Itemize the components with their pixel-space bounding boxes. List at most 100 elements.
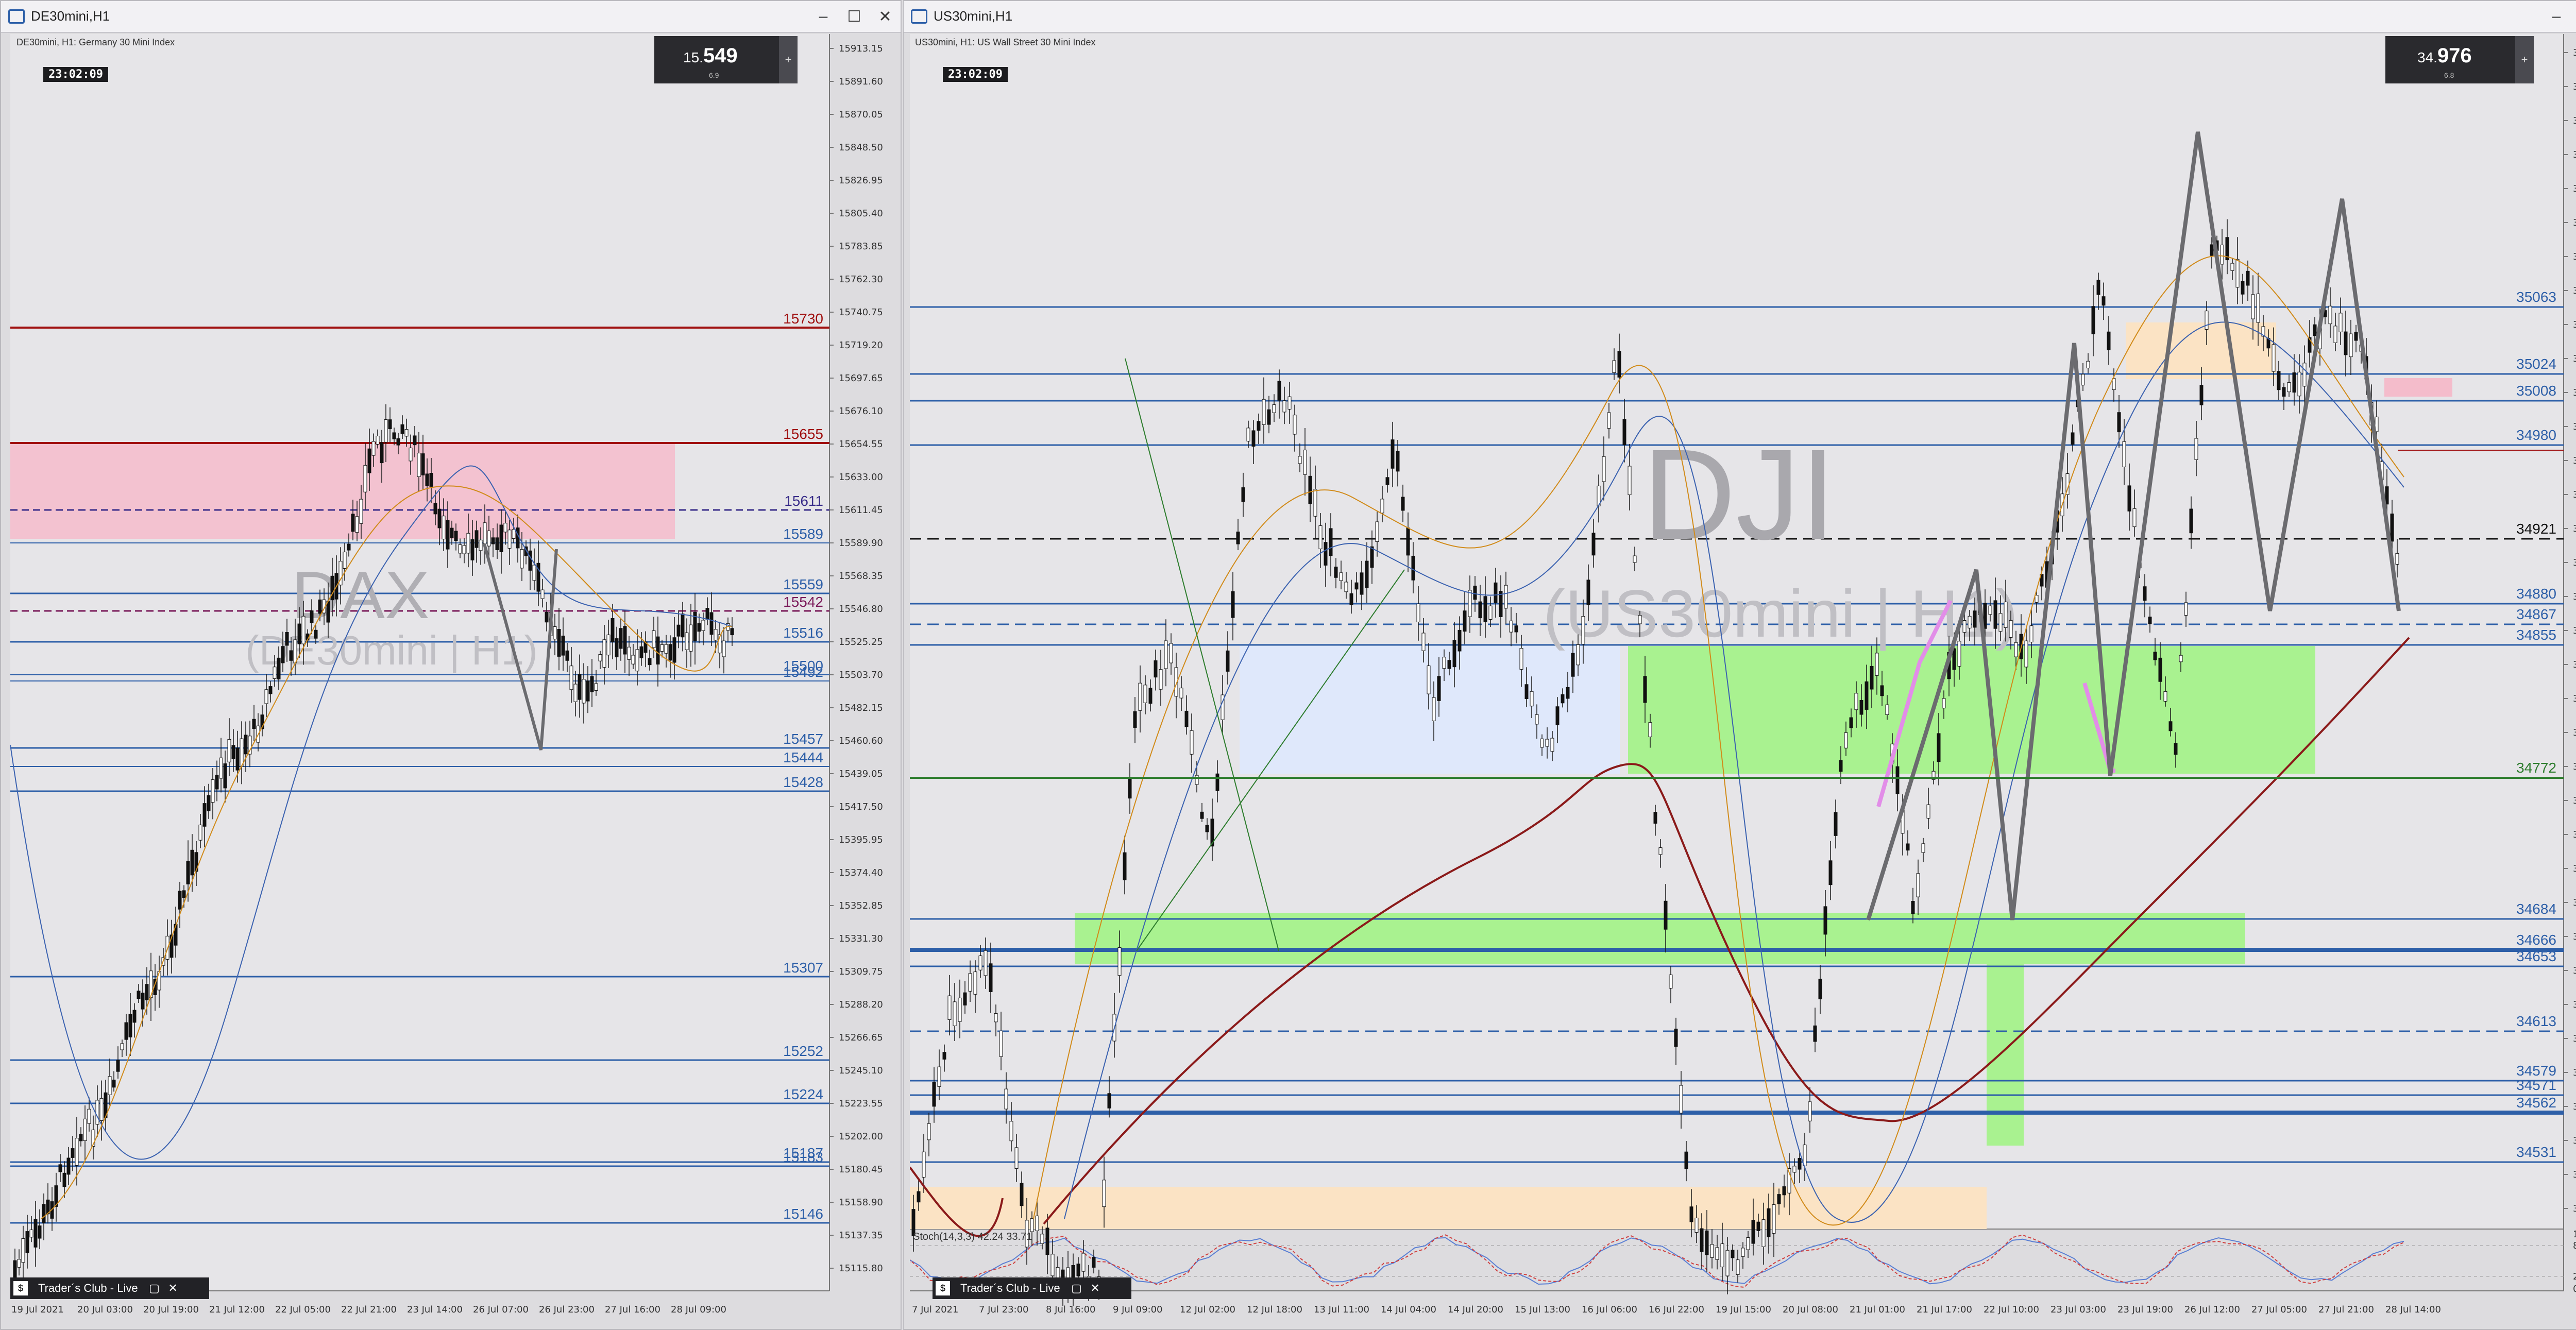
trading-panel-bar[interactable]: $ Trader´s Club - Live ▢ ✕ — [933, 1277, 1131, 1299]
minimize-button[interactable]: – — [808, 5, 839, 28]
candle-body — [664, 644, 668, 654]
candle-body — [606, 634, 611, 656]
candle-body — [1421, 633, 1426, 651]
candle-body — [499, 524, 503, 552]
panel-close-icon[interactable]: ✕ — [1086, 1282, 1105, 1295]
candle-body — [1566, 687, 1570, 699]
candle-body — [1798, 1157, 1802, 1170]
candle-body — [112, 1079, 116, 1088]
candle-body — [108, 1076, 112, 1095]
stochastic-label: Stoch(14,3,3) 42.24 33.71 — [913, 1231, 1032, 1242]
candle-body — [1483, 596, 1487, 622]
price-tick-label: 35015.50 — [2573, 387, 2576, 398]
candle-body — [697, 623, 701, 632]
candle-body — [1818, 979, 1822, 999]
window-titlebar[interactable]: US30mini,H1 – ☐ ✕ — [904, 1, 2576, 33]
price-tick-label: 34532.50 — [2573, 1169, 2576, 1180]
price-tick-label: 35162.50 — [2573, 149, 2576, 160]
candle-body — [1694, 1218, 1699, 1233]
candle-body — [1050, 1254, 1055, 1276]
price-tick-label: 15460.60 — [839, 736, 883, 746]
candle-body — [1159, 669, 1163, 690]
price-widget[interactable]: 34.976 6.8 + — [2385, 36, 2534, 83]
candle-body — [1700, 1228, 1704, 1252]
candle-body — [21, 1238, 25, 1263]
candle-body — [1535, 714, 1539, 725]
candle-body — [1179, 688, 1183, 698]
dji-chart-window[interactable]: US30mini,H1 – ☐ ✕ 35225.50 35204.50 35183.… — [903, 0, 2576, 1330]
restore-icon[interactable]: ▢ — [1067, 1282, 1086, 1295]
price-tick-label: 15762.30 — [839, 274, 883, 285]
candle-body — [347, 543, 351, 551]
price-widget[interactable]: 15.549 6.9 + — [654, 36, 798, 83]
candle-body — [215, 775, 219, 790]
panel-close-icon[interactable]: ✕ — [164, 1282, 182, 1295]
price-tick-label: 34805.50 — [2573, 727, 2576, 738]
candle-body — [1458, 629, 1462, 652]
candle-body — [1962, 620, 1967, 633]
time-tick-label: 23 Jul 03:00 — [2050, 1304, 2106, 1315]
price-tick-label: 35141.50 — [2573, 183, 2576, 194]
candle-body — [2302, 363, 2307, 387]
price-tick-label: 15740.75 — [839, 307, 883, 318]
candle-body — [376, 436, 380, 445]
price-tick-label: 35120.50 — [2573, 217, 2576, 228]
time-tick-label: 16 Jul 22:00 — [1649, 1304, 1704, 1315]
price-chart[interactable]: 15913.15 15891.60 15870.05 15848.50 15826.95… — [10, 34, 902, 1329]
restore-icon[interactable]: ▢ — [145, 1282, 164, 1295]
price-tick-label: 15439.05 — [839, 769, 883, 779]
candle-body — [1988, 605, 1992, 615]
close-button[interactable]: ✕ — [870, 5, 901, 28]
time-tick-label: 21 Jul 12:00 — [209, 1304, 265, 1315]
price-tick-label: 35183.50 — [2573, 115, 2576, 126]
candle-body — [2127, 485, 2131, 511]
candle-body — [413, 435, 417, 446]
candle-body — [714, 629, 718, 641]
candle-body — [705, 608, 709, 620]
candle-body — [922, 1151, 926, 1178]
candle-body — [2354, 332, 2358, 341]
watermark-subtitle: (DE30mini | H1) — [245, 627, 538, 673]
candle-body — [1478, 601, 1482, 619]
candle-body — [1813, 1025, 1817, 1042]
price-tick-label: 15158.90 — [839, 1197, 883, 1208]
plus-button[interactable]: + — [779, 36, 798, 83]
dax-chart-canvas[interactable]: 15913.15 15891.60 15870.05 15848.50 15826.95… — [10, 34, 902, 1329]
candle-body — [318, 599, 322, 614]
candle-body — [2251, 294, 2255, 319]
candle-body — [968, 973, 972, 992]
price-tick-label: 15352.85 — [839, 900, 883, 911]
minimize-button[interactable]: – — [2541, 5, 2572, 28]
dji-chart-canvas[interactable]: 35225.50 35204.50 35183.50 35162.50 35141.50… — [910, 34, 2576, 1329]
panel-dollar-icon[interactable]: $ — [13, 1281, 28, 1295]
candle-body — [652, 630, 656, 648]
window-titlebar[interactable]: DE30mini,H1 – ☐ ✕ — [1, 1, 901, 33]
candle-body — [227, 739, 231, 762]
candle-body — [491, 537, 495, 544]
time-tick-label: 26 Jul 12:00 — [2184, 1304, 2240, 1315]
trading-panel-bar[interactable]: $ Trader´s Club - Live ▢ ✕ — [10, 1277, 209, 1299]
price-tick-label: 34973.50 — [2573, 455, 2576, 466]
maximize-button[interactable]: ☐ — [839, 5, 870, 28]
candle-body — [672, 637, 676, 663]
candle-body — [1968, 616, 1972, 628]
candle-body — [557, 629, 561, 657]
candle-body — [219, 757, 223, 779]
plus-button[interactable]: + — [2515, 36, 2534, 83]
panel-dollar-icon[interactable]: $ — [936, 1281, 950, 1295]
price-digits: 976 — [2437, 44, 2472, 67]
demand-zone-extension — [1987, 964, 2024, 1146]
chart-subtitle: US30mini, H1: US Wall Street 30 Mini Ind… — [915, 37, 1096, 47]
maximize-button[interactable]: ☐ — [2572, 5, 2576, 28]
dax-chart-window[interactable]: DE30mini,H1 – ☐ ✕ 15913.15 15891.60 15870.… — [0, 0, 902, 1330]
candle-body — [1154, 660, 1158, 678]
candle-body — [1164, 640, 1168, 669]
price-chart[interactable]: 35225.50 35204.50 35183.50 35162.50 35141.50… — [910, 34, 2576, 1329]
candle-body — [182, 890, 186, 898]
candle-body — [1586, 579, 1590, 605]
candle-body — [355, 516, 359, 533]
candle-body — [223, 763, 227, 789]
candle-body — [2328, 305, 2332, 325]
candle-body — [2256, 293, 2260, 323]
level-price-label: 15224 — [783, 1086, 823, 1102]
